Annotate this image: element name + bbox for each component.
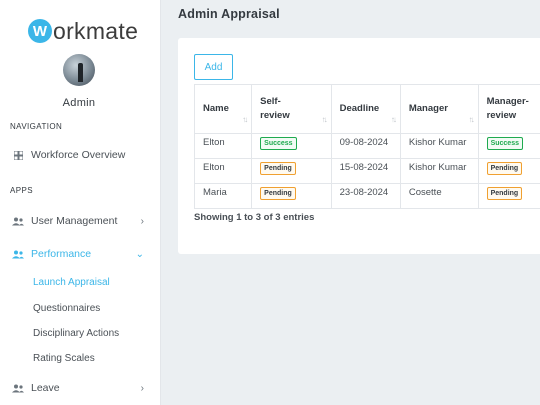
cell-manager-review: Pending [477,158,540,184]
sidebar-item-label: Workforce Overview [31,149,126,161]
user-name: Admin [62,97,96,109]
cell-deadline: 09-08-2024 [330,133,401,159]
cell-self-review: Success [251,133,332,159]
section-title-navigation: NAVIGATION [10,122,63,131]
cell-deadline: 15-08-2024 [330,158,401,184]
sidebar-item-label: Leave [31,382,60,394]
status-badge: Pending [486,162,523,175]
sidebar-item-label: User Management [31,215,118,227]
sort-icon: ↑↓ [468,115,475,124]
column-header-label: review [260,110,290,121]
status-badge: Pending [486,187,523,200]
status-badge: Pending [260,187,296,200]
column-header-label: review [486,110,517,121]
avatar[interactable] [63,54,95,86]
table-row[interactable]: Elton Pending 15-08-2024 Kishor Kumar Pe… [193,158,540,184]
add-button[interactable]: Add [194,54,233,80]
cell-manager: Cosette [399,183,479,209]
chevron-down-icon: ⌄ [135,248,144,260]
chevron-right-icon: › [140,215,144,227]
table-row[interactable]: Maria Pending 23-08-2024 Cosette Pending [193,183,540,209]
column-header-name[interactable]: Name ↑↓ [193,84,253,134]
logo-mark: W [28,19,52,43]
sidebar-item-label: Performance [31,248,92,260]
column-header-label: Deadline [339,103,380,114]
users-icon [12,248,24,260]
column-header-label: Name [203,103,229,114]
status-badge: Success [260,137,297,150]
sidebar-subitem-rating-scales[interactable]: Rating Scales [33,353,95,364]
cell-manager: Kishor Kumar [399,133,479,159]
page-title: Admin Appraisal [178,7,280,21]
column-header-deadline[interactable]: Deadline ↑↓ [330,84,401,134]
status-badge: Success [486,137,523,150]
cell-name: Elton [193,158,253,184]
column-header-label: Manager- [486,96,529,107]
users-icon [12,215,24,227]
table-header-row: Name ↑↓ Self- review ↑↓ Deadline ↑↓ Mana… [193,84,540,134]
logo-text: orkmate [53,17,139,44]
cell-manager: Kishor Kumar [399,158,479,184]
cell-manager-review: Success [477,133,540,159]
column-header-self-review[interactable]: Self- review ↑↓ [251,84,332,134]
appraisal-card: Add Name ↑↓ Self- review ↑↓ Deadline ↑↓ … [178,38,540,254]
column-header-manager-review[interactable]: Manager- review [477,84,540,134]
users-icon [12,382,24,394]
cell-manager-review: Pending [477,183,540,209]
sidebar-subitem-questionnaires[interactable]: Questionnaires [33,303,100,314]
cell-name: Elton [193,133,253,159]
sidebar-subitem-launch-appraisal[interactable]: Launch Appraisal [33,277,110,288]
column-header-label: Manager [408,103,448,114]
sidebar-item-performance[interactable]: Performance ⌄ [0,243,158,265]
table-row[interactable]: Elton Success 09-08-2024 Kishor Kumar Su… [193,133,540,159]
sidebar-item-leave[interactable]: Leave › [0,377,158,399]
sort-icon: ↑↓ [242,115,248,124]
appraisal-table: Name ↑↓ Self- review ↑↓ Deadline ↑↓ Mana… [193,84,540,209]
column-header-manager[interactable]: Manager ↑↓ [399,84,479,134]
sidebar-item-user-management[interactable]: User Management › [0,210,158,232]
cell-self-review: Pending [251,158,332,184]
sidebar-subitem-disciplinary-actions[interactable]: Disciplinary Actions [33,328,119,339]
sort-icon: ↑↓ [390,115,397,124]
chevron-right-icon: › [140,382,144,394]
brand-logo[interactable]: W orkmate [28,16,138,46]
cell-deadline: 23-08-2024 [330,183,401,209]
cell-name: Maria [193,183,253,209]
status-badge: Pending [260,162,296,175]
column-header-label: Self- [260,96,281,107]
section-title-apps: APPS [10,186,33,195]
sort-icon: ↑↓ [321,115,328,124]
table-info: Showing 1 to 3 of 3 entries [194,212,315,223]
cell-self-review: Pending [251,183,332,209]
sidebar-item-workforce-overview[interactable]: Workforce Overview [0,144,158,166]
grid-icon [12,149,24,161]
sidebar: W orkmate Admin NAVIGATION Workforce Ove… [0,0,161,405]
